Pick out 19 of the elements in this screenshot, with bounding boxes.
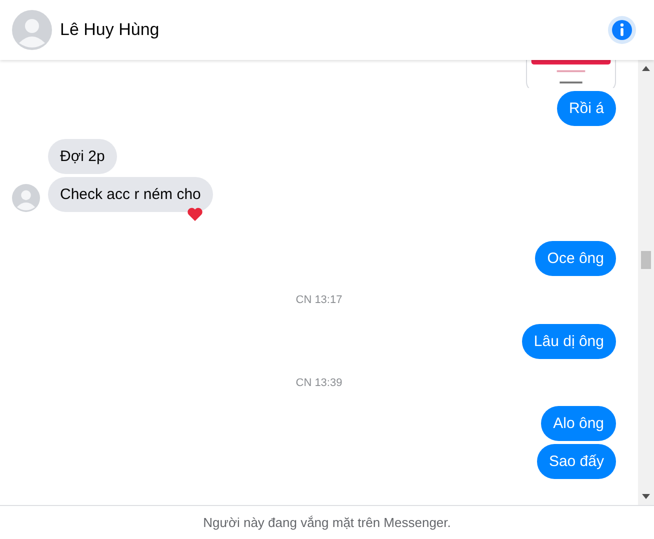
info-icon[interactable] [608, 16, 636, 44]
timestamp: CN 13:17 [296, 293, 342, 308]
received-message: Check acc r ném cho [48, 177, 213, 212]
received-message: Đợi 2p [48, 139, 117, 174]
avatar-icon [12, 10, 52, 50]
contact-name: Lê Huy Hùng [60, 19, 160, 42]
sent-message: Alo ông [541, 406, 616, 441]
timestamp: CN 13:39 [296, 376, 342, 390]
sent-message: Rồi á [556, 91, 616, 126]
away-status: Người này đang vắng mặt trên Messenger. [203, 514, 451, 532]
avatar-icon [12, 184, 40, 212]
scroll-down-icon[interactable] [642, 494, 650, 499]
sent-message: Sao đấy [536, 444, 616, 479]
scrollbar-thumb[interactable] [641, 251, 651, 269]
sent-message: Lâu dị ông [522, 324, 616, 358]
heart-icon[interactable] [186, 207, 203, 222]
scroll-up-icon[interactable] [642, 66, 650, 71]
scrollbar[interactable] [638, 60, 654, 505]
sent-message: Oce ông [535, 241, 616, 276]
